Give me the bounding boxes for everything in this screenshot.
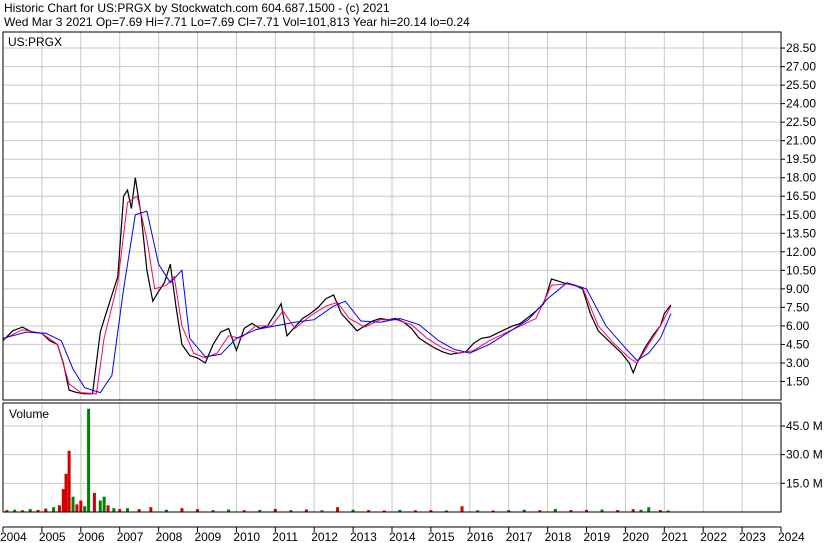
- year-tick-label: 2019: [584, 530, 611, 543]
- price-tick-label: 10.50: [786, 263, 816, 277]
- year-tick-label: 2023: [739, 530, 766, 543]
- stock-chart: 28.50 27.00 25.50 24.00 22.50 21.00 19.50 18.00…: [0, 31, 823, 543]
- price-series: [2, 177, 672, 395]
- price-series-line: [2, 195, 672, 395]
- price-tick-label: 6.00: [786, 319, 810, 333]
- price-tick-label: 4.50: [786, 337, 810, 351]
- volume-y-ticks: 45.0 M 30.0 M 15.0 M: [781, 419, 823, 490]
- volume-bars: [5, 408, 670, 512]
- year-x-ticks: 2004 2005 2006 2007 2008 2009 2010 2011 2012 2013…: [0, 527, 805, 543]
- volume-bar: [92, 492, 96, 512]
- price-tick-label: 16.50: [786, 189, 816, 203]
- volume-bar: [460, 506, 464, 512]
- volume-tick-label: 15.0 M: [786, 476, 823, 490]
- price-tick-label: 9.00: [786, 282, 810, 296]
- volume-grid: [2, 403, 782, 512]
- volume-bar: [102, 496, 106, 512]
- price-tick-label: 12.00: [786, 245, 816, 259]
- symbol-label: US:PRGX: [8, 35, 62, 49]
- year-tick-label: 2012: [311, 530, 338, 543]
- volume-bar: [647, 507, 651, 512]
- volume-bar: [149, 507, 153, 512]
- year-tick-label: 2022: [700, 530, 727, 543]
- price-tick-label: 28.50: [786, 41, 816, 55]
- price-y-ticks: 28.50 27.00 25.50 24.00 22.50 21.00 19.50 18.00…: [781, 41, 816, 388]
- year-tick-label: 2017: [506, 530, 533, 543]
- volume-bar: [98, 500, 102, 512]
- volume-bar: [44, 508, 48, 512]
- year-tick-label: 2010: [233, 530, 260, 543]
- volume-bar: [79, 500, 83, 512]
- volume-bar: [75, 504, 79, 512]
- price-series-line: [2, 177, 672, 395]
- volume-bar: [336, 507, 340, 512]
- price-tick-label: 21.00: [786, 134, 816, 148]
- volume-bar: [180, 508, 184, 512]
- year-tick-label: 2021: [661, 530, 688, 543]
- year-tick-label: 2015: [428, 530, 455, 543]
- year-tick-label: 2020: [622, 530, 649, 543]
- price-tick-label: 25.50: [786, 78, 816, 92]
- price-tick-label: 18.00: [786, 171, 816, 185]
- volume-bar: [61, 489, 65, 512]
- volume-bar: [71, 496, 75, 512]
- price-grid: [2, 32, 782, 400]
- price-tick-label: 19.50: [786, 152, 816, 166]
- year-tick-label: 2004: [0, 530, 27, 543]
- volume-bar: [112, 508, 116, 512]
- year-tick-label: 2018: [545, 530, 572, 543]
- price-tick-label: 24.00: [786, 97, 816, 111]
- volume-bar: [52, 507, 56, 512]
- price-tick-label: 15.00: [786, 208, 816, 222]
- year-tick-label: 2024: [778, 530, 805, 543]
- price-tick-label: 13.50: [786, 226, 816, 240]
- year-tick-label: 2016: [467, 530, 494, 543]
- volume-bar: [67, 450, 71, 512]
- volume-tick-label: 45.0 M: [786, 419, 823, 433]
- year-tick-label: 2005: [39, 530, 66, 543]
- year-tick-label: 2006: [78, 530, 105, 543]
- year-tick-label: 2013: [350, 530, 377, 543]
- price-tick-label: 1.50: [786, 374, 810, 388]
- volume-bar: [57, 505, 61, 512]
- year-tick-label: 2009: [195, 530, 222, 543]
- volume-label: Volume: [9, 407, 49, 421]
- price-tick-label: 22.50: [786, 115, 816, 129]
- volume-bar: [83, 506, 87, 512]
- year-tick-label: 2014: [389, 530, 416, 543]
- price-tick-label: 3.00: [786, 356, 810, 370]
- year-tick-label: 2011: [272, 530, 298, 543]
- year-tick-label: 2008: [156, 530, 183, 543]
- volume-bar: [125, 508, 129, 512]
- price-tick-label: 27.00: [786, 60, 816, 74]
- volume-tick-label: 30.0 M: [786, 448, 823, 462]
- volume-bar: [87, 408, 91, 512]
- price-tick-label: 7.50: [786, 300, 810, 314]
- year-tick-label: 2007: [117, 530, 144, 543]
- volume-bar: [64, 473, 68, 512]
- volume-bar: [106, 505, 110, 512]
